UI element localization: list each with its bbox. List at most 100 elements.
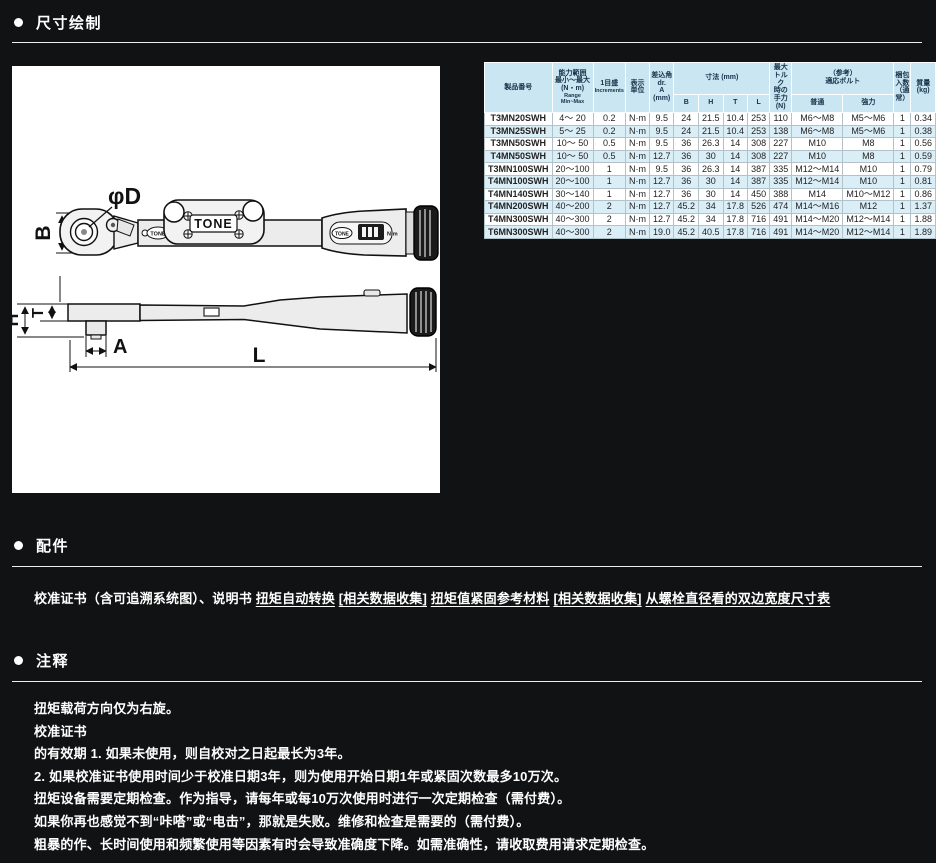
spec-cell: 1	[893, 174, 912, 189]
table-row: T3MN50SWH 10～ 50 0.5 N·m 9.5 36 26.3 14 308 227 M1…	[484, 137, 936, 151]
spec-cell: 14	[722, 162, 749, 176]
spec-cell: M14～M20	[791, 212, 844, 227]
spec-cell: M10	[791, 149, 844, 164]
col-increment-main: 1目盛	[600, 80, 619, 88]
note-line: 校准证书	[34, 723, 87, 739]
col-dim-B: B	[673, 93, 700, 113]
spec-cell: M10	[842, 162, 895, 176]
spec-cell: 138	[769, 124, 793, 139]
spec-cell: 1	[893, 162, 912, 176]
accessory-link[interactable]: [相关数据收集]	[553, 591, 641, 606]
divider	[12, 566, 922, 567]
product-code-cell: T4MN50SWH	[484, 149, 553, 164]
spec-cell: 9.5	[648, 162, 675, 176]
product-code-cell: T3MN100SWH	[484, 162, 553, 176]
table-row: T4MN200SWH 40～200 2 N·m 12.7 45.2 34 17.8 526 474…	[484, 200, 936, 214]
spec-cell: 0.5	[592, 149, 626, 164]
table-row: T4MN140SWH 30～140 1 N·m 12.7 36 30 14 450 388 M14 M…	[484, 187, 936, 202]
table-row: T4MN50SWH 10～ 50 0.5 N·m 12.7 36 30 14 308 227 M10…	[484, 149, 936, 164]
note-line: 2. 如果校准证书使用时间少于校准日期3年，则为使用开始日期1年或紧固次数最多1…	[34, 768, 568, 784]
col-unit: 表示 単位	[624, 62, 650, 113]
spec-cell: 387	[747, 174, 771, 189]
spec-cell: 36	[673, 174, 700, 189]
spec-cell: 34	[698, 212, 724, 227]
table-row: T4MN100SWH 20～100 1 N·m 12.7 36 30 14 387 335 M12～…	[484, 174, 936, 189]
brand-logo-text: TONE	[194, 217, 233, 231]
spec-cell: 45.2	[673, 225, 700, 239]
accessory-link[interactable]: [相关数据收集]	[339, 591, 427, 606]
accessory-link[interactable]: 扭矩值紧固参考材料	[431, 591, 550, 606]
table-row: T3MN100SWH 20～100 1 N·m 9.5 36 26.3 14 387 335 M12…	[484, 162, 936, 176]
spec-cell: N·m	[624, 111, 650, 126]
note-line: 如果你再也感觉不到“咔嗒”或“电击”，那就是失败。维修和检查是需要的（需付费）。	[34, 813, 530, 829]
dimension-label-L: L	[253, 344, 266, 367]
col-drive: 差込角 dr. A (mm)	[648, 62, 675, 113]
spec-cell: 1	[592, 174, 626, 189]
spec-cell: N·m	[624, 149, 650, 164]
col-dim-T: T	[722, 93, 749, 113]
spec-cell: 45.2	[673, 212, 700, 227]
spec-table-container: 製品番号 能力範囲 最小～最大 (N・m) Range Min~Max 1目盛 In…	[484, 62, 936, 239]
spec-cell: 0.56	[910, 137, 936, 151]
spec-cell: 1	[893, 187, 912, 202]
spec-cell: 474	[769, 200, 793, 214]
note-line: 扭矩设备需要定期检查。作为指导，请每年或每10万次使用时进行一次定期检查（需付费…	[34, 791, 571, 807]
spec-cell: 30	[698, 149, 724, 164]
spec-cell: 40～200	[551, 200, 594, 214]
dimension-drawing-panel: B φD TONE TONE TONE N·m T A L	[2, 66, 440, 493]
spec-cell: 9.5	[648, 111, 675, 126]
spec-cell: 1.89	[910, 225, 936, 239]
spec-cell: 1	[893, 225, 912, 239]
section-title: 尺寸绘制	[36, 15, 103, 32]
spec-cell: 491	[769, 212, 793, 227]
spec-cell: 308	[747, 137, 771, 151]
spec-cell: 1	[893, 200, 912, 214]
spec-cell: M12	[842, 200, 895, 214]
spec-cell: 2	[592, 225, 626, 239]
spec-cell: 0.2	[592, 124, 626, 139]
spec-cell: M8	[842, 149, 895, 164]
spec-cell: 26.3	[698, 162, 724, 176]
spec-cell: 0.2	[592, 111, 626, 126]
spec-cell: 12.7	[648, 212, 675, 227]
accessory-link[interactable]: 扭矩自动转换	[256, 591, 335, 606]
col-dimensions: 寸法 (mm)	[673, 62, 771, 95]
spec-cell: 36	[673, 149, 700, 164]
spec-cell: 26.3	[698, 137, 724, 151]
spec-cell: 1	[893, 124, 912, 139]
spec-cell: M12～M14	[791, 174, 844, 189]
table-row: T3MN20SWH 4～ 20 0.2 N·m 9.5 24 21.5 10.4 253 110 M…	[484, 111, 936, 126]
dimension-label-A: A	[113, 336, 127, 358]
spec-cell: 24	[673, 124, 700, 139]
spec-cell: 0.5	[592, 137, 626, 151]
spec-cell: 20～100	[551, 174, 594, 189]
spec-cell: 110	[769, 111, 793, 126]
spec-cell: 17.8	[722, 200, 749, 214]
product-code-cell: T3MN50SWH	[484, 137, 553, 151]
spec-cell: 308	[747, 149, 771, 164]
spec-cell: M12～M14	[842, 212, 895, 227]
spec-cell: 0.59	[910, 149, 936, 164]
spec-cell: M14～M20	[791, 225, 844, 239]
spec-cell: 40～300	[551, 225, 594, 239]
spec-cell: 17.8	[722, 225, 749, 239]
spec-cell: 40～300	[551, 212, 594, 227]
spec-cell: 10～ 50	[551, 137, 594, 151]
section-title: 注释	[36, 653, 70, 670]
accessory-link[interactable]: 从螺栓直径看的双边宽度尺寸表	[646, 591, 831, 606]
spec-cell: 24	[673, 111, 700, 126]
spec-cell: 36	[673, 187, 700, 202]
spec-cell: 14	[722, 187, 749, 202]
spec-cell: 40.5	[698, 225, 724, 239]
spec-cell: 526	[747, 200, 771, 214]
spec-cell: 716	[747, 225, 771, 239]
note-line: 粗暴的作、长时间使用和频繁使用等因素有时会导致准确度下降。如需准确性，请收取费用…	[34, 836, 655, 852]
spec-cell: 2	[592, 200, 626, 214]
spec-cell: N·m	[624, 200, 650, 214]
product-code-cell: T3MN25SWH	[484, 124, 553, 139]
spec-cell: 1	[592, 187, 626, 202]
spec-cell: N·m	[624, 225, 650, 239]
spec-cell: 34	[698, 200, 724, 214]
spec-cell: M12～M14	[842, 225, 895, 239]
spec-cell: 9.5	[648, 137, 675, 151]
